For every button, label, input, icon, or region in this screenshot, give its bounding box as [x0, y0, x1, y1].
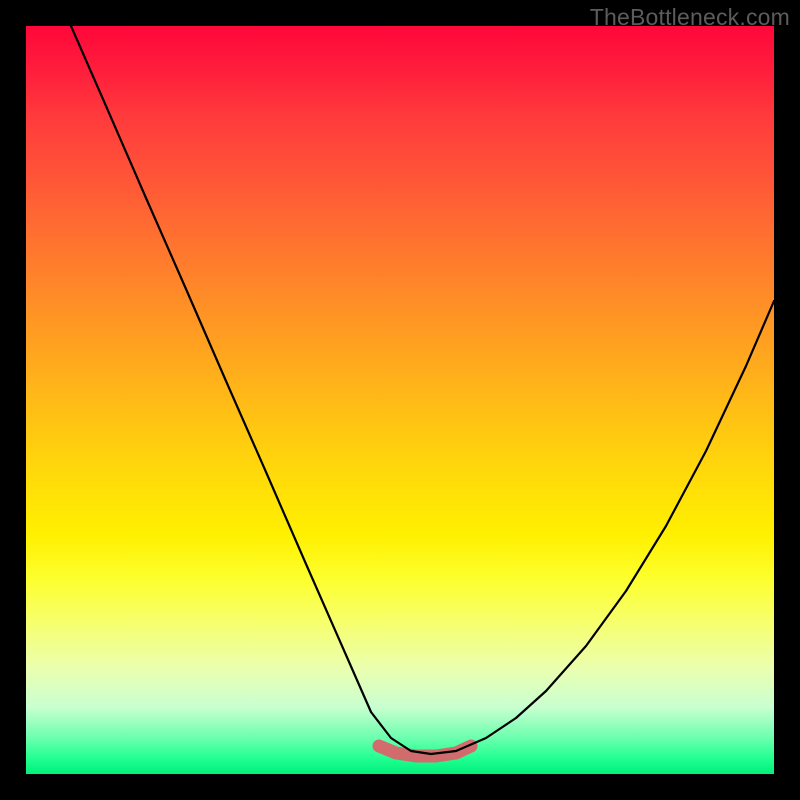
watermark-text: TheBottleneck.com — [590, 4, 790, 31]
bottleneck-curve-path — [71, 26, 774, 754]
plot-area — [26, 26, 774, 774]
chart-svg — [26, 26, 774, 774]
chart-frame: TheBottleneck.com — [0, 0, 800, 800]
